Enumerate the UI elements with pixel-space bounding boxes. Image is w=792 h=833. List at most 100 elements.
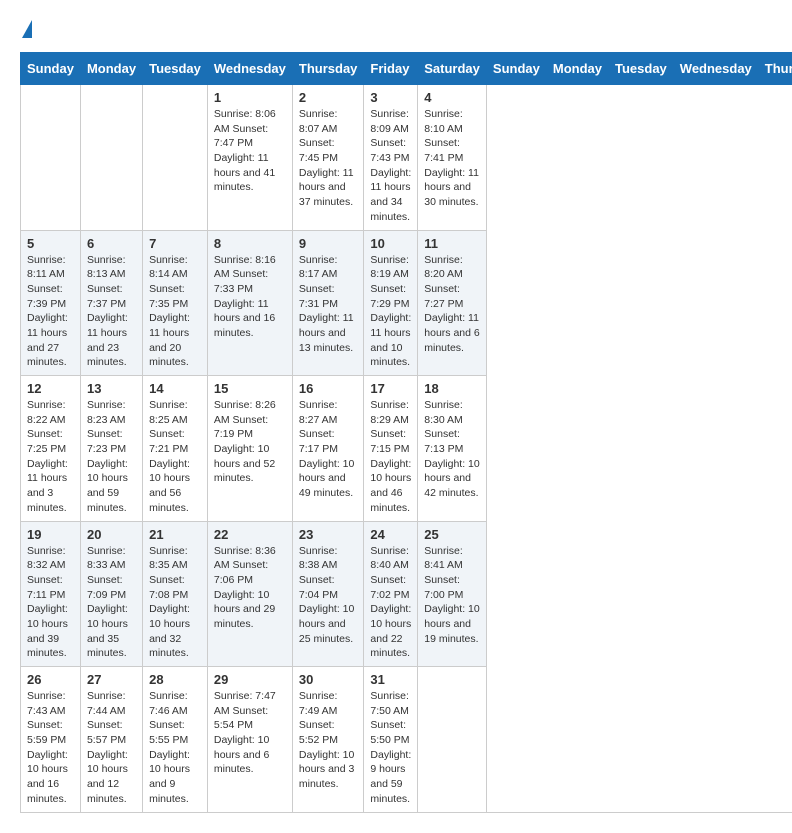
day-header-tuesday: Tuesday [143, 53, 208, 85]
calendar-cell: 30 Sunrise: 7:49 AM Sunset: 5:52 PM Dayli… [292, 667, 364, 813]
calendar-week-row: 5 Sunrise: 8:11 AM Sunset: 7:39 PM Daylig… [21, 230, 792, 376]
day-info: Sunrise: 8:27 AM Sunset: 7:17 PM Dayligh… [299, 398, 358, 501]
day-number: 8 [214, 236, 286, 251]
day-info: Sunrise: 8:13 AM Sunset: 7:37 PM Dayligh… [87, 253, 136, 371]
day-number: 13 [87, 381, 136, 396]
day-number: 2 [299, 90, 358, 105]
day-info: Sunrise: 7:46 AM Sunset: 5:55 PM Dayligh… [149, 689, 201, 807]
calendar-week-row: 26Sunrise: 7:43 AM Sunset: 5:59 PM Dayli… [21, 667, 792, 813]
calendar-cell: 17 Sunrise: 8:29 AM Sunset: 7:15 PM Dayli… [364, 376, 418, 522]
calendar-cell: 2 Sunrise: 8:07 AM Sunset: 7:45 PM Daylig… [292, 85, 364, 231]
calendar-cell: 14 Sunrise: 8:25 AM Sunset: 7:21 PM Dayli… [143, 376, 208, 522]
day-number: 19 [27, 527, 74, 542]
day-info: Sunrise: 8:35 AM Sunset: 7:08 PM Dayligh… [149, 544, 201, 662]
day-number: 20 [87, 527, 136, 542]
day-header-wednesday: Wednesday [207, 53, 292, 85]
day-info: Sunrise: 8:07 AM Sunset: 7:45 PM Dayligh… [299, 107, 358, 210]
day-number: 1 [214, 90, 286, 105]
day-info: Sunrise: 8:41 AM Sunset: 7:00 PM Dayligh… [424, 544, 480, 647]
calendar-cell: 16 Sunrise: 8:27 AM Sunset: 7:17 PM Dayli… [292, 376, 364, 522]
calendar-cell: 27 Sunrise: 7:44 AM Sunset: 5:57 PM Dayli… [80, 667, 142, 813]
day-info: Sunrise: 8:23 AM Sunset: 7:23 PM Dayligh… [87, 398, 136, 516]
day-number: 18 [424, 381, 480, 396]
calendar-cell: 23 Sunrise: 8:38 AM Sunset: 7:04 PM Dayli… [292, 521, 364, 667]
day-number: 24 [370, 527, 411, 542]
day-number: 9 [299, 236, 358, 251]
day-number: 21 [149, 527, 201, 542]
day-info: Sunrise: 8:19 AM Sunset: 7:29 PM Dayligh… [370, 253, 411, 371]
calendar-cell: 12 Sunrise: 8:22 AM Sunset: 7:25 PM Dayli… [21, 376, 81, 522]
day-header-monday: Monday [80, 53, 142, 85]
day-number: 17 [370, 381, 411, 396]
calendar-cell: 18 Sunrise: 8:30 AM Sunset: 7:13 PM Dayli… [418, 376, 487, 522]
calendar-cell: 10 Sunrise: 8:19 AM Sunset: 7:29 PM Dayli… [364, 230, 418, 376]
calendar-cell: 29Sunrise: 7:47 AM Sunset: 5:54 PM Dayli… [207, 667, 292, 813]
day-header-friday: Friday [364, 53, 418, 85]
day-info: Sunrise: 8:33 AM Sunset: 7:09 PM Dayligh… [87, 544, 136, 662]
day-number: 11 [424, 236, 480, 251]
day-number: 16 [299, 381, 358, 396]
day-number: 28 [149, 672, 201, 687]
day-info: Sunrise: 8:20 AM Sunset: 7:27 PM Dayligh… [424, 253, 480, 356]
calendar-cell: 1 Sunrise: 8:06 AM Sunset: 7:47 PM Daylig… [207, 85, 292, 231]
day-number: 14 [149, 381, 201, 396]
logo [20, 20, 32, 42]
calendar-cell: 9 Sunrise: 8:17 AM Sunset: 7:31 PM Daylig… [292, 230, 364, 376]
day-number: 30 [299, 672, 358, 687]
day-info: Sunrise: 8:11 AM Sunset: 7:39 PM Dayligh… [27, 253, 74, 371]
calendar-cell: 13 Sunrise: 8:23 AM Sunset: 7:23 PM Dayli… [80, 376, 142, 522]
day-number: 4 [424, 90, 480, 105]
day-info: Sunrise: 8:09 AM Sunset: 7:43 PM Dayligh… [370, 107, 411, 225]
day-number: 6 [87, 236, 136, 251]
day-info: Sunrise: 8:30 AM Sunset: 7:13 PM Dayligh… [424, 398, 480, 501]
day-number: 12 [27, 381, 74, 396]
day-info: Sunrise: 8:36 AM Sunset: 7:06 PM Dayligh… [214, 544, 286, 632]
calendar-cell: 22 Sunrise: 8:36 AM Sunset: 7:06 PM Dayli… [207, 521, 292, 667]
day-info: Sunrise: 8:25 AM Sunset: 7:21 PM Dayligh… [149, 398, 201, 516]
day-info: Sunrise: 8:22 AM Sunset: 7:25 PM Dayligh… [27, 398, 74, 516]
day-info: Sunrise: 8:14 AM Sunset: 7:35 PM Dayligh… [149, 253, 201, 371]
day-info: Sunrise: 8:10 AM Sunset: 7:41 PM Dayligh… [424, 107, 480, 210]
day-info: Sunrise: 7:49 AM Sunset: 5:52 PM Dayligh… [299, 689, 358, 792]
day-info: Sunrise: 7:44 AM Sunset: 5:57 PM Dayligh… [87, 689, 136, 807]
day-info: Sunrise: 8:32 AM Sunset: 7:11 PM Dayligh… [27, 544, 74, 662]
day-number: 29 [214, 672, 286, 687]
calendar-cell: 11 Sunrise: 8:20 AM Sunset: 7:27 PM Dayli… [418, 230, 487, 376]
calendar-cell [143, 85, 208, 231]
day-header-sunday: Sunday [486, 53, 546, 85]
day-number: 27 [87, 672, 136, 687]
day-header-wednesday: Wednesday [673, 53, 758, 85]
calendar-cell: 5 Sunrise: 8:11 AM Sunset: 7:39 PM Daylig… [21, 230, 81, 376]
day-info: Sunrise: 8:29 AM Sunset: 7:15 PM Dayligh… [370, 398, 411, 516]
day-info: Sunrise: 8:26 AM Sunset: 7:19 PM Dayligh… [214, 398, 286, 486]
day-number: 25 [424, 527, 480, 542]
day-header-tuesday: Tuesday [609, 53, 674, 85]
day-info: Sunrise: 8:38 AM Sunset: 7:04 PM Dayligh… [299, 544, 358, 647]
calendar-cell: 4 Sunrise: 8:10 AM Sunset: 7:41 PM Daylig… [418, 85, 487, 231]
calendar-cell: 31Sunrise: 7:50 AM Sunset: 5:50 PM Dayli… [364, 667, 418, 813]
calendar-cell: 25 Sunrise: 8:41 AM Sunset: 7:00 PM Dayli… [418, 521, 487, 667]
calendar-cell: 8 Sunrise: 8:16 AM Sunset: 7:33 PM Daylig… [207, 230, 292, 376]
logo-triangle-icon [22, 20, 32, 38]
day-number: 22 [214, 527, 286, 542]
calendar-cell: 21 Sunrise: 8:35 AM Sunset: 7:08 PM Dayli… [143, 521, 208, 667]
day-number: 7 [149, 236, 201, 251]
day-info: Sunrise: 8:17 AM Sunset: 7:31 PM Dayligh… [299, 253, 358, 356]
calendar-cell: 19 Sunrise: 8:32 AM Sunset: 7:11 PM Dayli… [21, 521, 81, 667]
day-number: 10 [370, 236, 411, 251]
calendar-cell: 20 Sunrise: 8:33 AM Sunset: 7:09 PM Dayli… [80, 521, 142, 667]
day-header-saturday: Saturday [418, 53, 487, 85]
calendar-table: SundayMondayTuesdayWednesdayThursdayFrid… [20, 52, 792, 813]
day-info: Sunrise: 8:06 AM Sunset: 7:47 PM Dayligh… [214, 107, 286, 195]
calendar-week-row: 19 Sunrise: 8:32 AM Sunset: 7:11 PM Dayli… [21, 521, 792, 667]
day-number: 3 [370, 90, 411, 105]
day-number: 31 [370, 672, 411, 687]
day-info: Sunrise: 8:16 AM Sunset: 7:33 PM Dayligh… [214, 253, 286, 341]
day-header-thursday: Thursday [292, 53, 364, 85]
day-number: 5 [27, 236, 74, 251]
day-number: 23 [299, 527, 358, 542]
day-info: Sunrise: 7:43 AM Sunset: 5:59 PM Dayligh… [27, 689, 74, 807]
calendar-header-row: SundayMondayTuesdayWednesdayThursdayFrid… [21, 53, 792, 85]
calendar-week-row: 12 Sunrise: 8:22 AM Sunset: 7:25 PM Dayli… [21, 376, 792, 522]
calendar-cell: 3 Sunrise: 8:09 AM Sunset: 7:43 PM Daylig… [364, 85, 418, 231]
